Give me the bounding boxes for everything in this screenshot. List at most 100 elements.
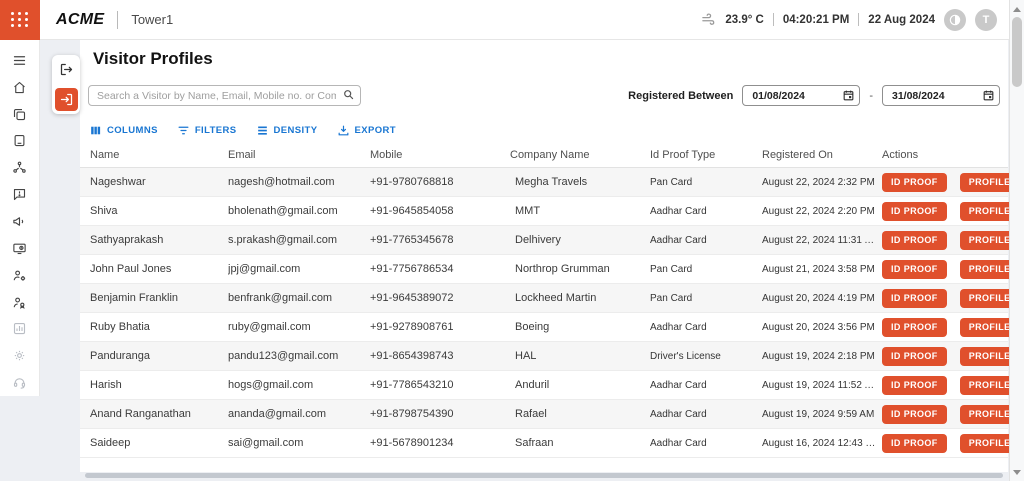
vertical-scrollbar[interactable] <box>1009 0 1024 481</box>
cell-registered-on: August 19, 2024 11:52 AM <box>762 380 882 391</box>
cell-name: Benjamin Franklin <box>90 292 228 304</box>
column-header-name[interactable]: Name <box>90 149 228 161</box>
visitor-entry-icon[interactable] <box>55 88 78 111</box>
table-row[interactable]: Shiva bholenath@gmail.com +91-9645854058… <box>80 197 1008 226</box>
meta-separator <box>858 13 859 26</box>
scroll-up-icon[interactable] <box>1010 2 1024 16</box>
left-sidebar <box>0 40 40 396</box>
kiosk-icon[interactable] <box>0 128 40 155</box>
campaign-icon[interactable] <box>0 208 40 235</box>
visitor-exit-icon[interactable] <box>55 58 78 81</box>
id-proof-button[interactable]: ID PROOF <box>882 347 947 366</box>
table-row[interactable]: John Paul Jones jpj@gmail.com +91-775678… <box>80 255 1008 284</box>
cell-registered-on: August 22, 2024 2:20 PM <box>762 206 882 217</box>
cell-mobile: +91-7765345678 <box>370 234 510 246</box>
search-icon <box>342 88 355 106</box>
cell-name: Panduranga <box>90 350 228 362</box>
cell-name: Saideep <box>90 437 228 449</box>
id-proof-button[interactable]: ID PROOF <box>882 260 947 279</box>
main-content: Visitor Profiles Registered Between - <box>80 40 1008 472</box>
id-proof-button[interactable]: ID PROOF <box>882 173 947 192</box>
cell-name: Shiva <box>90 205 228 217</box>
cell-company: Lockheed Martin <box>510 292 650 304</box>
user-badge-icon[interactable] <box>0 289 40 316</box>
table-row[interactable]: Harish hogs@gmail.com +91-7786543210 And… <box>80 371 1008 400</box>
app-launcher-button[interactable] <box>0 0 40 40</box>
top-header: ACME Tower1 23.9° C 04:20:21 PM 22 Aug 2… <box>0 0 1009 40</box>
density-button[interactable]: DENSITY <box>256 124 318 137</box>
cell-mobile: +91-7756786534 <box>370 263 510 275</box>
id-proof-button[interactable]: ID PROOF <box>882 231 947 250</box>
cell-company: MMT <box>510 205 650 217</box>
column-header-registered[interactable]: Registered On <box>762 149 882 161</box>
cell-id-proof-type: Aadhar Card <box>650 438 762 449</box>
cell-registered-on: August 21, 2024 3:58 PM <box>762 264 882 275</box>
cell-email: ruby@gmail.com <box>228 321 370 333</box>
table-row[interactable]: Anand Ranganathan ananda@gmail.com +91-8… <box>80 400 1008 429</box>
cell-actions: ID PROOF PROFILE <box>882 347 1024 366</box>
cell-id-proof-type: Driver's License <box>650 351 762 362</box>
vertical-scrollbar-thumb[interactable] <box>1012 17 1022 87</box>
id-proof-button[interactable]: ID PROOF <box>882 376 947 395</box>
search-input[interactable] <box>88 85 361 106</box>
table-row[interactable]: Panduranga pandu123@gmail.com +91-865439… <box>80 342 1008 371</box>
cell-actions: ID PROOF PROFILE <box>882 434 1024 453</box>
id-proof-button[interactable]: ID PROOF <box>882 318 947 337</box>
cell-company: Safraan <box>510 437 650 449</box>
chat-alert-icon[interactable] <box>0 181 40 208</box>
analytics-icon[interactable] <box>0 315 40 342</box>
cell-actions: ID PROOF PROFILE <box>882 318 1024 337</box>
cell-name: Ruby Bhatia <box>90 321 228 333</box>
cell-email: nagesh@hotmail.com <box>228 176 370 188</box>
cell-mobile: +91-9780768818 <box>370 176 510 188</box>
calendar-icon[interactable] <box>982 89 995 107</box>
id-proof-button[interactable]: ID PROOF <box>882 289 947 308</box>
user-avatar[interactable]: T <box>975 9 997 31</box>
site-name[interactable]: Tower1 <box>131 12 173 27</box>
hub-icon[interactable] <box>0 154 40 181</box>
contrast-toggle-icon[interactable] <box>944 9 966 31</box>
id-proof-button[interactable]: ID PROOF <box>882 202 947 221</box>
filters-button[interactable]: FILTERS <box>177 124 237 137</box>
column-header-actions: Actions <box>882 149 1008 161</box>
cell-registered-on: August 19, 2024 2:18 PM <box>762 351 882 362</box>
support-headset-icon[interactable] <box>0 369 40 396</box>
horizontal-scrollbar-thumb[interactable] <box>85 473 1003 478</box>
table-row[interactable]: Saideep sai@gmail.com +91-5678901234 Saf… <box>80 429 1008 458</box>
table-row[interactable]: Nageshwar nagesh@hotmail.com +91-9780768… <box>80 168 1008 197</box>
cell-id-proof-type: Aadhar Card <box>650 322 762 333</box>
cell-registered-on: August 20, 2024 3:56 PM <box>762 322 882 333</box>
cell-company: Megha Travels <box>510 176 650 188</box>
visitor-table: Name Email Mobile Company Name Id Proof … <box>80 142 1008 458</box>
copy-pages-icon[interactable] <box>0 101 40 128</box>
cell-mobile: +91-8798754390 <box>370 408 510 420</box>
column-header-email[interactable]: Email <box>228 149 370 161</box>
registered-between-group: Registered Between - <box>628 85 1000 106</box>
settings-gear-icon[interactable] <box>0 342 40 369</box>
user-settings-icon[interactable] <box>0 262 40 289</box>
column-header-idproof[interactable]: Id Proof Type <box>650 149 762 161</box>
cell-id-proof-type: Aadhar Card <box>650 235 762 246</box>
table-row[interactable]: Ruby Bhatia ruby@gmail.com +91-927890876… <box>80 313 1008 342</box>
id-proof-button[interactable]: ID PROOF <box>882 405 947 424</box>
cell-mobile: +91-8654398743 <box>370 350 510 362</box>
calendar-icon[interactable] <box>842 89 855 107</box>
date-to-field <box>882 85 1000 106</box>
cell-registered-on: August 22, 2024 2:32 PM <box>762 177 882 188</box>
columns-button[interactable]: COLUMNS <box>89 124 158 137</box>
menu-icon[interactable] <box>0 47 40 74</box>
scroll-down-icon[interactable] <box>1010 465 1024 479</box>
cell-name: John Paul Jones <box>90 263 228 275</box>
cell-id-proof-type: Aadhar Card <box>650 206 762 217</box>
export-download-icon <box>337 124 350 137</box>
id-proof-button[interactable]: ID PROOF <box>882 434 947 453</box>
cell-actions: ID PROOF PROFILE <box>882 173 1024 192</box>
device-clock-icon[interactable] <box>0 235 40 262</box>
export-button[interactable]: EXPORT <box>337 124 396 137</box>
table-row[interactable]: Sathyaprakash s.prakash@gmail.com +91-77… <box>80 226 1008 255</box>
cell-company: HAL <box>510 350 650 362</box>
column-header-company[interactable]: Company Name <box>510 149 650 161</box>
table-row[interactable]: Benjamin Franklin benfrank@gmail.com +91… <box>80 284 1008 313</box>
home-icon[interactable] <box>0 74 40 101</box>
column-header-mobile[interactable]: Mobile <box>370 149 510 161</box>
